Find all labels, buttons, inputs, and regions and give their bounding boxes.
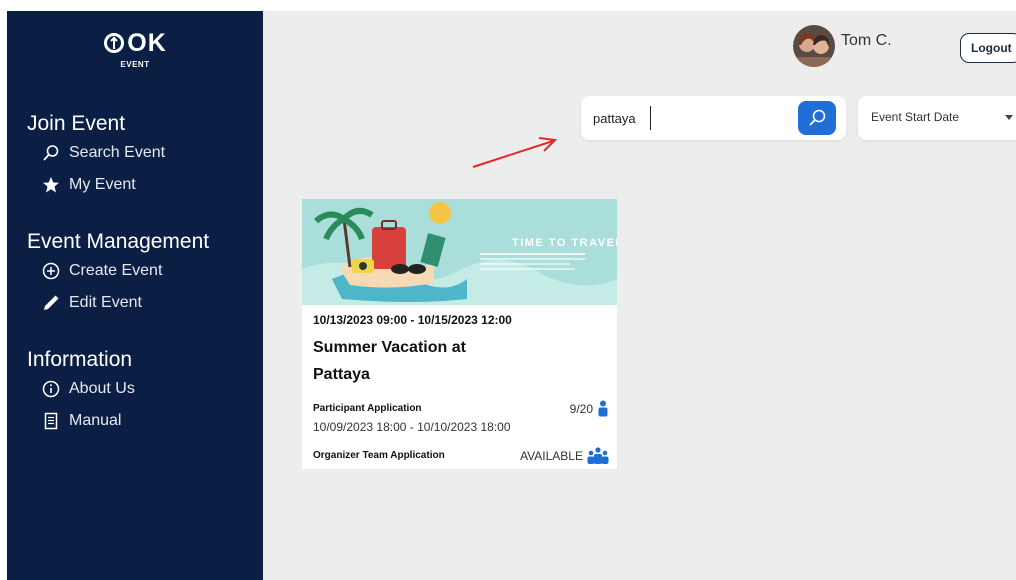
- plus-circle-icon: [42, 262, 60, 280]
- participant-count: 9/20: [569, 401, 593, 416]
- sidebar-item-label: About Us: [69, 380, 135, 397]
- sidebar-item-label: Search Event: [69, 144, 166, 161]
- logo-subtitle: EVENT: [120, 60, 150, 69]
- sidebar-item-label: Manual: [69, 412, 122, 429]
- participant-label: Participant Application: [313, 403, 422, 414]
- organizer-label: Organizer Team Application: [313, 450, 445, 461]
- logo-mark: OK: [103, 29, 167, 57]
- person-icon: [598, 400, 608, 417]
- organizer-status: AVAILABLE: [520, 448, 583, 463]
- logout-button[interactable]: Logout: [960, 33, 1016, 63]
- search-icon: [42, 144, 60, 162]
- nav-section-join: Join Event Search Event My Event: [27, 111, 165, 201]
- pencil-icon: [42, 294, 60, 312]
- sort-selected-value: Event Start Date: [871, 110, 960, 124]
- logo-text: OK: [127, 29, 167, 57]
- avatar[interactable]: [793, 25, 835, 67]
- annotation-arrow-icon: [472, 137, 558, 168]
- app: OK EVENT Join Event Search Event My Even…: [0, 0, 1016, 580]
- sidebar-item-about-us[interactable]: About Us: [27, 373, 135, 405]
- star-icon: [42, 176, 60, 194]
- sidebar-item-my-event[interactable]: My Event: [27, 169, 165, 201]
- banner-text: TIME TO TRAVEL: [512, 237, 617, 249]
- sidebar-item-search-event[interactable]: Search Event: [27, 137, 165, 169]
- nav-section-information: Information About Us Manual: [27, 347, 135, 437]
- main-content: Tom C. Logout Event Start Date: [263, 11, 1016, 580]
- sidebar-item-label: My Event: [69, 176, 136, 193]
- sidebar-item-manual[interactable]: Manual: [27, 405, 135, 437]
- document-icon: [42, 412, 60, 430]
- nav-heading-information: Information: [27, 348, 133, 371]
- sort-dropdown[interactable]: Event Start Date: [858, 96, 1016, 140]
- logo-o-icon: [104, 33, 125, 53]
- team-icon: [587, 447, 609, 464]
- participant-count-wrap: 9/20: [570, 400, 609, 417]
- logo[interactable]: OK EVENT: [7, 29, 263, 69]
- event-banner-image: TIME TO TRAVEL: [302, 199, 617, 305]
- event-title: Summer Vacation at Pattaya: [313, 339, 466, 383]
- organizer-row: Organizer Team Application AVAILABLE: [313, 447, 609, 464]
- sidebar: OK EVENT Join Event Search Event My Even…: [7, 11, 263, 580]
- nav-heading-join: Join Event: [27, 112, 126, 135]
- nav-heading-management: Event Management: [27, 230, 210, 253]
- event-dates: 10/13/2023 09:00 - 10/15/2023 12:00: [313, 313, 512, 327]
- user-menu[interactable]: Tom C.: [793, 25, 892, 67]
- sidebar-item-label: Edit Event: [69, 294, 142, 311]
- participant-period: 10/09/2023 18:00 - 10/10/2023 18:00: [313, 420, 511, 434]
- sidebar-item-edit-event[interactable]: Edit Event: [27, 287, 209, 319]
- search-box: [581, 96, 846, 140]
- info-circle-icon: [42, 380, 60, 398]
- participant-row: Participant Application 9/20: [313, 400, 609, 417]
- caret-down-icon: [1005, 115, 1013, 120]
- event-card-body: 10/13/2023 09:00 - 10/15/2023 12:00 Summ…: [313, 312, 609, 464]
- search-button[interactable]: [798, 101, 836, 135]
- nav-section-management: Event Management Create Event Edit Event: [27, 229, 209, 319]
- event-card[interactable]: TIME TO TRAVEL 10/13/2023 09:00 - 10/15/…: [302, 199, 617, 469]
- search-input[interactable]: [593, 106, 651, 130]
- organizer-status-wrap: AVAILABLE: [520, 447, 609, 464]
- search-icon: [809, 109, 826, 126]
- sidebar-item-create-event[interactable]: Create Event: [27, 255, 209, 287]
- user-name: Tom C.: [841, 32, 892, 49]
- sidebar-item-label: Create Event: [69, 262, 163, 279]
